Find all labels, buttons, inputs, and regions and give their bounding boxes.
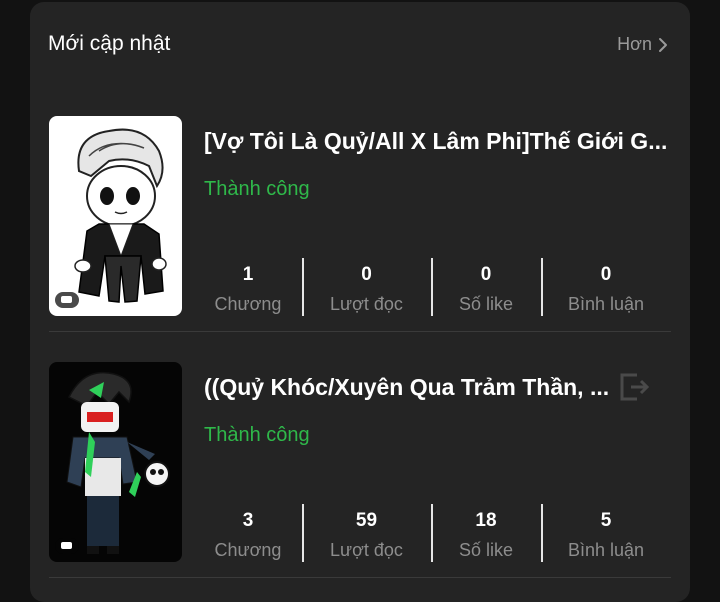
- section-header: Mới cập nhật Hơn: [48, 32, 670, 62]
- stat-chapters: 3 Chương: [194, 504, 302, 562]
- stat-comments: 0 Bình luận: [541, 258, 671, 316]
- stat-value: 0: [600, 264, 612, 285]
- chat-bubble-icon: [55, 292, 79, 308]
- stat-value: 1: [242, 264, 254, 285]
- story-card[interactable]: ((Quỷ Khóc/Xuyên Qua Trảm Thần, ... Thàn…: [49, 362, 671, 562]
- story-title[interactable]: ((Quỷ Khóc/Xuyên Qua Trảm Thần, ...: [204, 374, 624, 401]
- story-title[interactable]: [Vợ Tôi Là Quỷ/All X Lâm Phi]Thế Giới G.…: [204, 128, 669, 155]
- more-link[interactable]: Hơn: [617, 34, 670, 55]
- stat-label: Số like: [458, 540, 514, 560]
- stat-value: 5: [600, 510, 612, 531]
- status-label: Thành công: [204, 424, 310, 446]
- section-title: Mới cập nhật: [48, 32, 171, 55]
- status-label: Thành công: [204, 178, 310, 200]
- stat-value: 59: [355, 510, 378, 531]
- row-divider: [49, 577, 671, 578]
- cover-illustration: [74, 128, 167, 303]
- stat-likes: 18 Số like: [431, 504, 541, 562]
- exit-icon[interactable]: [617, 370, 651, 404]
- story-cover[interactable]: [49, 116, 182, 316]
- stat-label: Chương: [214, 540, 282, 560]
- more-label: Hơn: [617, 34, 652, 54]
- stat-likes: 0 Số like: [431, 258, 541, 316]
- story-card[interactable]: [Vợ Tôi Là Quỷ/All X Lâm Phi]Thế Giới G.…: [49, 116, 671, 316]
- stat-label: Chương: [214, 294, 282, 314]
- cover-illustration: [66, 372, 170, 554]
- story-stats: 3 Chương 59 Lượt đọc 18 Số like 5 Bình l…: [194, 504, 671, 562]
- stat-chapters: 1 Chương: [194, 258, 302, 316]
- chat-bubble-icon: [55, 538, 79, 554]
- stat-value: 18: [475, 510, 497, 531]
- stat-comments: 5 Bình luận: [541, 504, 671, 562]
- stat-reads: 59 Lượt đọc: [302, 504, 431, 562]
- stat-value: 0: [361, 264, 372, 285]
- stat-reads: 0 Lượt đọc: [302, 258, 431, 316]
- row-divider: [49, 331, 671, 332]
- stat-label: Bình luận: [567, 294, 645, 314]
- story-cover[interactable]: [49, 362, 182, 562]
- stat-label: Bình luận: [567, 540, 645, 560]
- chevron-right-icon: [659, 37, 667, 52]
- stat-label: Lượt đọc: [330, 540, 403, 560]
- stat-value: 0: [480, 264, 492, 285]
- stat-label: Lượt đọc: [330, 294, 403, 314]
- story-stats: 1 Chương 0 Lượt đọc 0 Số like 0 Bình luậ…: [194, 258, 671, 316]
- stat-label: Số like: [458, 294, 514, 314]
- stat-value: 3: [242, 510, 254, 531]
